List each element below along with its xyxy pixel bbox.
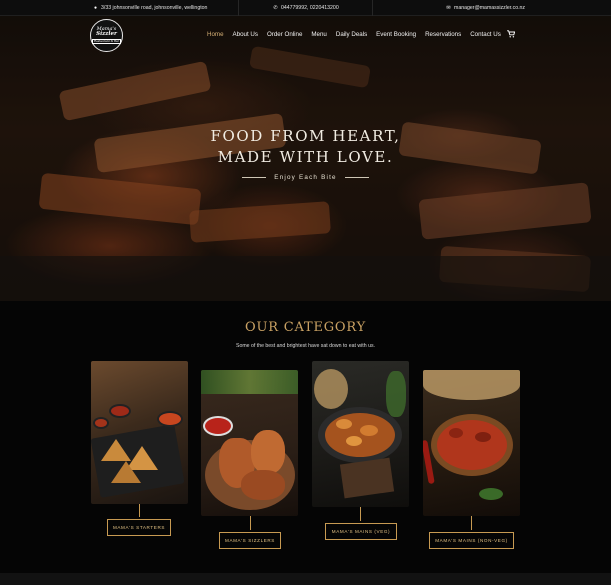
- category-card-sizzlers[interactable]: [201, 370, 298, 516]
- nav-daily-deals[interactable]: Daily Deals: [336, 31, 367, 38]
- hero-headline: FOOD FROM HEART, MADE WITH LOVE. Enjoy E…: [0, 126, 611, 181]
- category-card-starters[interactable]: [91, 361, 188, 504]
- nav-reservations[interactable]: Reservations: [425, 31, 461, 38]
- phone-info[interactable]: ✆ 044779992, 0220413200: [273, 0, 339, 16]
- site-logo[interactable]: Mama's Sizzler Restaurant & Bar: [90, 19, 123, 52]
- mamas-starters-button[interactable]: MAMA'S STARTERS: [107, 519, 171, 536]
- nav-event-booking[interactable]: Event Booking: [376, 31, 416, 38]
- map-pin-icon: ●: [93, 4, 98, 11]
- email-text[interactable]: manager@mamassizzler.co.nz: [454, 5, 525, 11]
- hero-line-2: MADE WITH LOVE.: [217, 148, 394, 166]
- nav-home[interactable]: Home: [207, 31, 224, 38]
- nav-about-us[interactable]: About Us: [233, 31, 258, 38]
- category-subtitle: Some of the best and brightest have sat …: [236, 343, 375, 349]
- address-info: ● 3/33 johnsonville road, johnsonville, …: [93, 0, 207, 16]
- tagline-rule-right: [344, 177, 369, 178]
- phone-icon: ✆: [273, 4, 278, 11]
- nav-menu[interactable]: Menu: [311, 31, 326, 38]
- main-navigation: Home About Us Order Online Menu Daily De…: [207, 31, 501, 38]
- category-card-mains-veg[interactable]: [312, 361, 409, 507]
- nav-contact-us[interactable]: Contact Us: [470, 31, 501, 38]
- mamas-mains-non-veg-button[interactable]: MAMA'S MAINS (NON-VEG): [429, 532, 514, 549]
- hero-line-1: FOOD FROM HEART,: [210, 127, 401, 145]
- nav-order-online[interactable]: Order Online: [267, 31, 302, 38]
- hero-tagline: Enjoy Each Bite: [0, 174, 611, 181]
- tagline-rule-left: [242, 177, 267, 178]
- mamas-sizzlers-button[interactable]: MAMA'S SIZZLERS: [219, 532, 281, 549]
- top-info-bar: ● 3/33 johnsonville road, johnsonville, …: [0, 0, 611, 16]
- address-text: 3/33 johnsonville road, johnsonville, we…: [101, 5, 208, 11]
- category-title: OUR CATEGORY: [245, 320, 366, 335]
- footer-band: [0, 573, 611, 585]
- cart-icon[interactable]: [507, 30, 516, 40]
- category-card-mains-non-veg[interactable]: [423, 370, 520, 516]
- mamas-mains-veg-button[interactable]: MAMA'S MAINS (VEG): [325, 523, 397, 540]
- phone-text[interactable]: 044779992, 0220413200: [281, 5, 339, 11]
- email-info[interactable]: ✉ manager@mamassizzler.co.nz: [446, 0, 525, 16]
- mail-icon: ✉: [446, 4, 451, 11]
